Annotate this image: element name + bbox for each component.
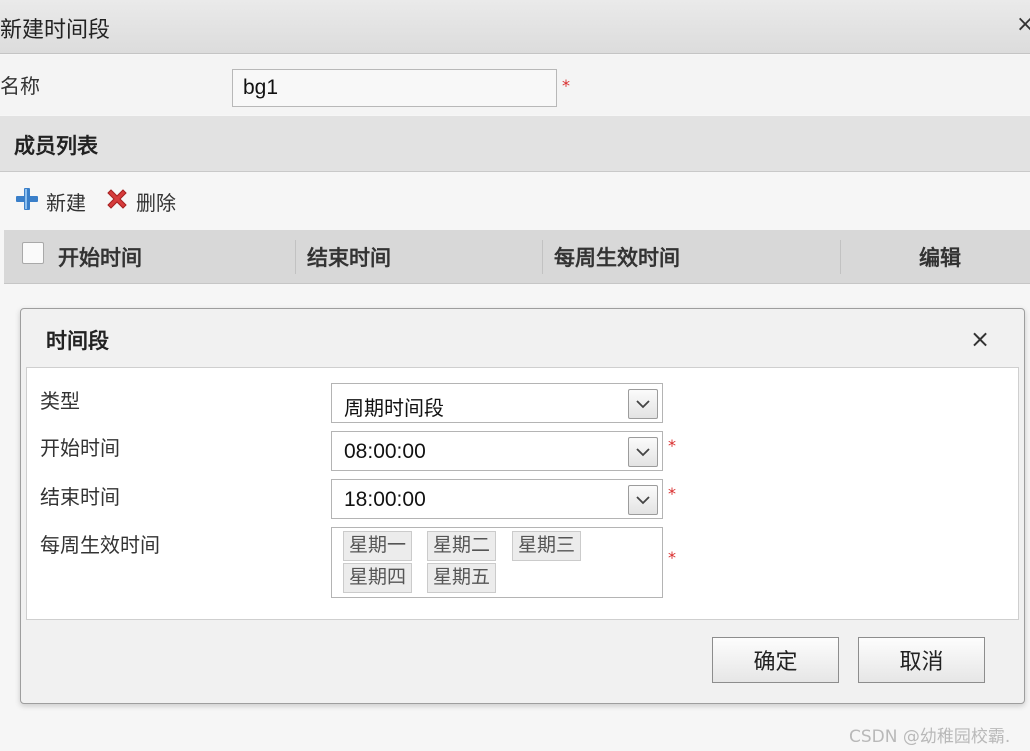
start-time-value: 08:00:00 xyxy=(344,440,426,463)
start-time-select[interactable]: 08:00:00 xyxy=(331,431,663,471)
name-required-mark: * xyxy=(562,76,570,95)
type-select-value: 周期时间段 xyxy=(344,396,444,420)
end-time-label: 结束时间 xyxy=(40,485,120,509)
ok-button[interactable]: 确定 xyxy=(712,637,839,683)
type-label: 类型 xyxy=(40,389,80,413)
column-divider xyxy=(542,240,543,274)
weekday-tag[interactable]: 星期五 xyxy=(427,563,497,593)
window-close-button[interactable]: × xyxy=(1016,12,1030,37)
weekday-tag[interactable]: 星期四 xyxy=(343,563,413,593)
weekday-tag[interactable]: 星期二 xyxy=(427,531,497,561)
chevron-down-icon[interactable] xyxy=(628,485,658,515)
dialog-close-button[interactable]: × xyxy=(970,325,990,353)
new-button[interactable]: 新建 xyxy=(14,186,86,216)
window-title: 新建时间段 xyxy=(0,18,111,43)
name-label: 名称 xyxy=(0,74,40,98)
column-divider xyxy=(295,240,296,274)
column-weekly-effective[interactable]: 每周生效时间 xyxy=(554,230,680,284)
end-time-value: 18:00:00 xyxy=(344,488,426,511)
member-table-header xyxy=(4,230,1030,284)
column-start-time[interactable]: 开始时间 xyxy=(58,230,142,284)
column-edit[interactable]: 编辑 xyxy=(919,230,961,284)
chevron-down-icon[interactable] xyxy=(628,437,658,467)
delete-x-icon xyxy=(104,186,130,217)
delete-button[interactable]: 删除 xyxy=(104,186,176,216)
start-time-required-mark: * xyxy=(668,436,676,455)
weekday-tag[interactable]: 星期三 xyxy=(512,531,582,561)
end-time-select[interactable]: 18:00:00 xyxy=(331,479,663,519)
cancel-button[interactable]: 取消 xyxy=(858,637,985,683)
start-time-label: 开始时间 xyxy=(40,436,120,460)
select-all-checkbox[interactable] xyxy=(22,242,44,264)
weekdays-required-mark: * xyxy=(668,548,676,567)
end-time-required-mark: * xyxy=(668,484,676,503)
dialog-title: 时间段 xyxy=(46,328,109,353)
watermark: CSDN @幼稚园校霸. xyxy=(849,727,1011,747)
column-divider xyxy=(840,240,841,274)
member-list-header xyxy=(0,116,1030,172)
chevron-down-icon[interactable] xyxy=(628,389,658,419)
name-input[interactable] xyxy=(232,69,557,107)
plus-icon xyxy=(14,186,40,217)
new-button-label: 新建 xyxy=(46,190,86,215)
column-end-time[interactable]: 结束时间 xyxy=(307,230,391,284)
member-list-title: 成员列表 xyxy=(14,133,98,158)
weekdays-label: 每周生效时间 xyxy=(40,533,160,557)
type-select[interactable]: 周期时间段 xyxy=(331,383,663,423)
weekday-tag[interactable]: 星期一 xyxy=(343,531,413,561)
delete-button-label: 删除 xyxy=(136,190,176,215)
window-titlebar xyxy=(0,0,1030,54)
weekdays-multiselect[interactable]: 星期一 星期二 星期三 星期四 星期五 xyxy=(331,527,663,598)
